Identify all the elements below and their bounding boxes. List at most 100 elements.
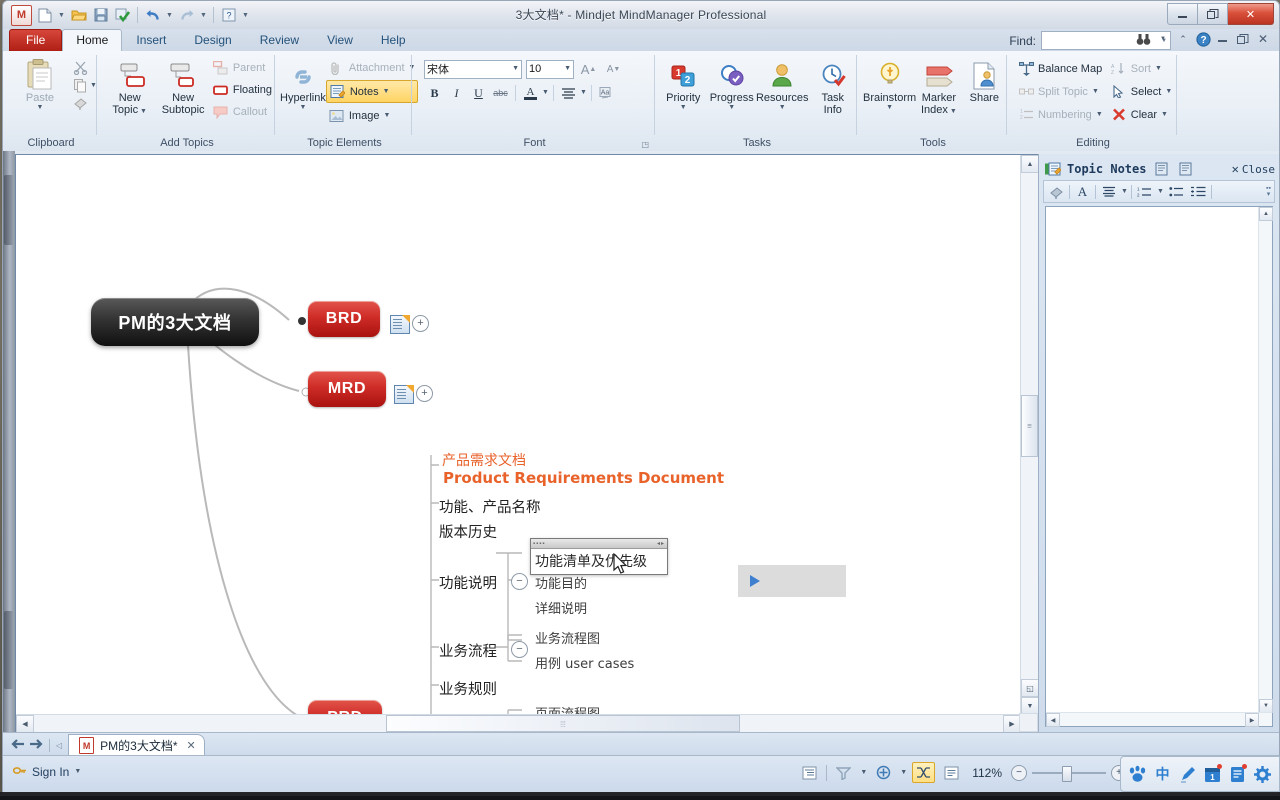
settings-gear-icon[interactable] bbox=[1252, 763, 1274, 785]
map-vertical-scrollbar[interactable]: ▲ ≡ ▼ ◱ bbox=[1020, 155, 1039, 715]
split-topic-dropdown-icon[interactable]: ▼ bbox=[1092, 88, 1099, 95]
tab-home[interactable]: Home bbox=[62, 29, 123, 51]
map-vscroll-thumb[interactable]: ≡ bbox=[1021, 395, 1038, 457]
shrink-font-icon[interactable]: A ▼ bbox=[603, 59, 624, 79]
notes-next-topic-icon[interactable] bbox=[1176, 161, 1194, 178]
topic-edit-resize-icon[interactable]: ◂▸ bbox=[657, 541, 665, 547]
priority-dropdown-icon[interactable]: ▼ bbox=[680, 104, 687, 111]
doc-close-icon[interactable]: ✕ bbox=[1255, 31, 1271, 47]
font-dialog-launcher-icon[interactable]: ◳ bbox=[641, 140, 649, 149]
progress-dropdown-icon[interactable]: ▼ bbox=[728, 104, 735, 111]
clear-button[interactable]: Clear ▼ bbox=[1108, 104, 1176, 125]
zoom-out-button[interactable]: − bbox=[1011, 764, 1027, 781]
marker-index-button[interactable]: Marker Index ▼ bbox=[916, 55, 961, 116]
balance-map-button[interactable]: Balance Map bbox=[1015, 58, 1106, 79]
handwriting-icon[interactable] bbox=[1177, 763, 1199, 785]
doc-minimize-icon[interactable] bbox=[1215, 31, 1231, 47]
notes-vertical-scrollbar[interactable]: ▲ ▼ bbox=[1258, 207, 1273, 726]
filter-icon[interactable] bbox=[832, 762, 855, 783]
floating-button[interactable]: Floating bbox=[210, 79, 275, 100]
nav-forward-icon[interactable] bbox=[29, 738, 43, 753]
topic-notes-editor[interactable]: ▲ ▼ ◀ ▶ bbox=[1045, 206, 1273, 727]
clear-formatting-icon[interactable]: Aa bbox=[596, 83, 617, 103]
notes-scroll-down-button[interactable]: ▼ bbox=[1259, 699, 1273, 713]
strikethrough-icon[interactable]: abc bbox=[490, 83, 511, 103]
marker-index-dropdown-icon[interactable]: ▼ bbox=[948, 108, 957, 115]
notes-toolbar-overflow-icon[interactable]: ▪▪ ▾ bbox=[1266, 185, 1271, 198]
notes-bullet-list-icon[interactable] bbox=[1167, 183, 1186, 200]
minimize-button[interactable] bbox=[1167, 3, 1198, 25]
notes-scroll-up-button[interactable]: ▲ bbox=[1259, 207, 1273, 221]
notes-button[interactable]: Notes ▼ bbox=[325, 80, 419, 103]
attachment-button[interactable]: Attachment ▼ bbox=[326, 57, 419, 78]
map-horizontal-scrollbar[interactable]: ◀ ⦙⦙⦙ ▶ bbox=[16, 714, 1021, 733]
topic-edit-value[interactable]: 功能清单及优先级 bbox=[531, 549, 667, 574]
topic-brd[interactable]: BRD bbox=[308, 301, 380, 337]
zoom-slider-thumb[interactable] bbox=[1062, 765, 1072, 782]
brainstorm-button[interactable]: Brainstorm ▼ bbox=[863, 55, 916, 111]
sign-in-button[interactable]: Sign In ▼ bbox=[12, 765, 81, 779]
progress-button[interactable]: Progress ▼ bbox=[707, 55, 755, 111]
callout-button[interactable]: Callout bbox=[210, 101, 275, 122]
cut-icon[interactable] bbox=[71, 59, 90, 76]
clear-dropdown-icon[interactable]: ▼ bbox=[1161, 111, 1168, 118]
italic-icon[interactable]: I bbox=[446, 83, 467, 103]
font-name-combo[interactable]: 宋体 ▼ bbox=[424, 59, 522, 79]
prd-child-2-sub-2[interactable]: 详细说明 bbox=[535, 598, 587, 617]
task-info-button[interactable]: Task Info bbox=[809, 55, 857, 116]
tab-view[interactable]: View bbox=[313, 29, 367, 51]
notes-indent-icon[interactable] bbox=[1189, 183, 1208, 200]
focus-dropdown-icon[interactable]: ▼ bbox=[900, 769, 907, 776]
font-name-dropdown-icon[interactable]: ▼ bbox=[512, 65, 519, 72]
select-button[interactable]: Select ▼ bbox=[1108, 81, 1176, 102]
prd-title-en[interactable]: Product Requirements Document bbox=[443, 469, 724, 487]
notes-numbered-list-icon[interactable]: 12 bbox=[1135, 183, 1154, 200]
notes-align-icon[interactable] bbox=[1099, 183, 1118, 200]
new-topic-button[interactable]: New Topic ▼ bbox=[103, 55, 156, 116]
font-color-icon[interactable]: A bbox=[520, 83, 541, 103]
notes-align-dropdown-icon[interactable]: ▼ bbox=[1121, 188, 1128, 195]
nav-back-icon[interactable] bbox=[11, 738, 25, 753]
prd-child-1[interactable]: 版本历史 bbox=[439, 521, 497, 542]
prd-child-3-toggle[interactable]: − bbox=[511, 641, 528, 658]
copy-icon[interactable] bbox=[71, 77, 90, 94]
topic-edit-box[interactable]: ▪▪▪▪ ◂▸ 功能清单及优先级 bbox=[530, 538, 668, 575]
sort-dropdown-icon[interactable]: ▼ bbox=[1155, 65, 1162, 72]
center-map-icon[interactable] bbox=[940, 762, 963, 783]
prd-child-3[interactable]: 业务流程 bbox=[439, 640, 497, 661]
filter-dropdown-icon[interactable]: ▼ bbox=[860, 769, 867, 776]
image-dropdown-icon[interactable]: ▼ bbox=[383, 112, 390, 119]
chinese-mode-icon[interactable]: 中 bbox=[1152, 763, 1174, 785]
grow-font-icon[interactable]: A ▲ bbox=[578, 59, 599, 79]
view-outline-icon[interactable] bbox=[798, 762, 821, 783]
prd-child-2[interactable]: 功能说明 bbox=[439, 572, 497, 593]
topic-mrd[interactable]: MRD bbox=[308, 371, 386, 407]
topic-notes-content[interactable] bbox=[1046, 207, 1272, 215]
doc-restore-icon[interactable] bbox=[1235, 31, 1251, 47]
prd-child-3-sub-0[interactable]: 业务流程图 bbox=[535, 628, 600, 647]
sign-in-dropdown-icon[interactable]: ▼ bbox=[74, 768, 81, 775]
left-panel-strip[interactable] bbox=[3, 151, 15, 733]
image-button[interactable]: Image ▼ bbox=[326, 105, 419, 126]
document-tab-close-icon[interactable]: ✕ bbox=[187, 739, 196, 752]
prd-child-3-sub-1[interactable]: 用例 user cases bbox=[535, 653, 634, 672]
topic-notes-close-button[interactable]: ✕ Close bbox=[1232, 162, 1275, 176]
play-triangle-icon[interactable] bbox=[750, 575, 760, 587]
topic-edit-minibar[interactable]: ▪▪▪▪ ◂▸ bbox=[531, 539, 667, 549]
help-circle-icon[interactable]: ? bbox=[1195, 31, 1211, 47]
prd-child-2-sub-1[interactable]: 功能目的 bbox=[535, 573, 587, 592]
tab-design[interactable]: Design bbox=[180, 29, 245, 51]
notes-format-painter-icon[interactable] bbox=[1047, 183, 1066, 200]
left-panel-handle-top[interactable] bbox=[4, 175, 14, 245]
brd-note-icon[interactable] bbox=[390, 315, 410, 334]
media-placeholder-panel[interactable] bbox=[738, 565, 846, 597]
map-hscroll-thumb[interactable]: ⦙⦙⦙ bbox=[386, 715, 740, 732]
topic-prd[interactable]: PRD bbox=[308, 700, 382, 715]
map-fit-button[interactable]: ◱ bbox=[1021, 679, 1039, 697]
document-tab[interactable]: M PM的3大文档* ✕ bbox=[68, 734, 205, 756]
font-size-dropdown-icon[interactable]: ▼ bbox=[564, 65, 571, 72]
focus-icon[interactable] bbox=[872, 762, 895, 783]
numbering-dropdown-icon[interactable]: ▼ bbox=[1096, 111, 1103, 118]
notes-prev-topic-icon[interactable] bbox=[1152, 161, 1170, 178]
parent-button[interactable]: Parent bbox=[210, 57, 275, 78]
